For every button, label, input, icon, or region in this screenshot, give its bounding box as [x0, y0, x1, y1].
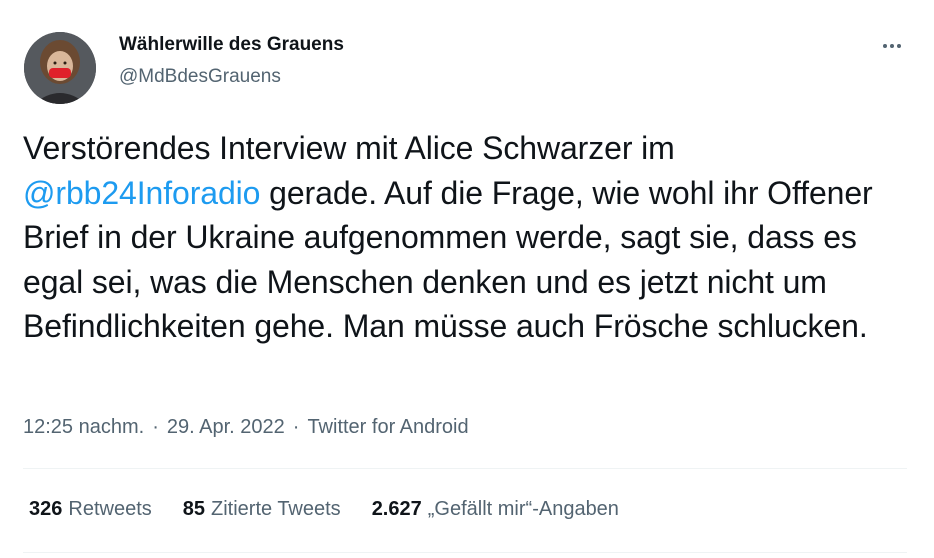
retweets-count: 326: [29, 498, 63, 520]
author-display-name[interactable]: Wählerwille des Grauens: [119, 34, 344, 56]
meta-separator: ·: [152, 416, 159, 438]
quote-tweets-label: Zitierte Tweets: [211, 498, 341, 520]
more-horizontal-icon: [883, 44, 887, 48]
more-horizontal-icon-dot: [890, 44, 894, 48]
retweets-label: Retweets: [68, 498, 152, 520]
tweet-text-part: Verstörendes Interview mit Alice Schwarz…: [23, 130, 675, 166]
tweet-time[interactable]: 12:25 nachm.: [23, 416, 144, 439]
author-handle[interactable]: @MdBdesGrauens: [119, 66, 281, 88]
tweet-date[interactable]: 29. Apr. 2022: [167, 416, 285, 439]
tweet-header: Wählerwille des Grauens @MdBdesGrauens: [0, 0, 934, 120]
quote-tweets-stat[interactable]: 85 Zitierte Tweets: [183, 498, 341, 521]
likes-stat[interactable]: 2.627 „Gefällt mir“-Angaben: [372, 498, 619, 521]
tweet-stats: 326 Retweets 85 Zitierte Tweets 2.627 „Gefä…: [29, 498, 650, 521]
mention-link[interactable]: @rbb24Inforadio: [23, 175, 260, 211]
tweet-meta: 12:25 nachm. · 29. Apr. 2022 · Twitter f…: [23, 416, 469, 439]
divider: [23, 468, 907, 469]
quote-tweets-count: 85: [182, 498, 205, 520]
likes-count: 2.627: [371, 498, 422, 520]
more-options-button[interactable]: [872, 36, 912, 56]
likes-label: „Gefällt mir“-Angaben: [427, 498, 619, 520]
divider: [23, 552, 907, 553]
retweets-stat[interactable]: 326 Retweets: [29, 498, 152, 521]
avatar-photo: [24, 32, 96, 104]
tweet-text: Verstörendes Interview mit Alice Schwarz…: [23, 126, 913, 349]
tweet-source[interactable]: Twitter for Android: [307, 416, 468, 439]
meta-separator: ·: [292, 416, 300, 438]
more-horizontal-icon-dot: [897, 44, 901, 48]
avatar[interactable]: [24, 32, 96, 104]
